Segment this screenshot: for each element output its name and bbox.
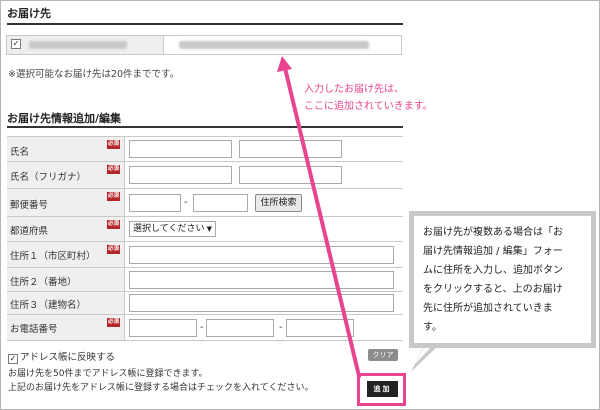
callout-line: をクリックすると、上のお届け	[423, 284, 563, 295]
explanation-callout: お届け先が複数ある場合は「お 届け先情報追加 / 編集」フォー ムに住所を入力し…	[414, 216, 591, 343]
callout-line: ムに住所を入力し、追加ボタン	[423, 265, 563, 276]
add-button[interactable]: 追加	[367, 381, 398, 397]
annotation-text-line-1: 入力したお届け先は、	[304, 84, 404, 95]
annotation-arrow	[277, 56, 442, 378]
callout-line: す。	[423, 322, 442, 333]
annotation-text-line-2: ここに追加されていきます。	[304, 101, 433, 112]
callout-line: 届け先情報追加 / 編集」フォー	[423, 246, 563, 257]
callout-line: 先に住所が追加されていきま	[423, 303, 553, 314]
callout-line: お届け先が複数ある場合は「お	[423, 227, 563, 238]
